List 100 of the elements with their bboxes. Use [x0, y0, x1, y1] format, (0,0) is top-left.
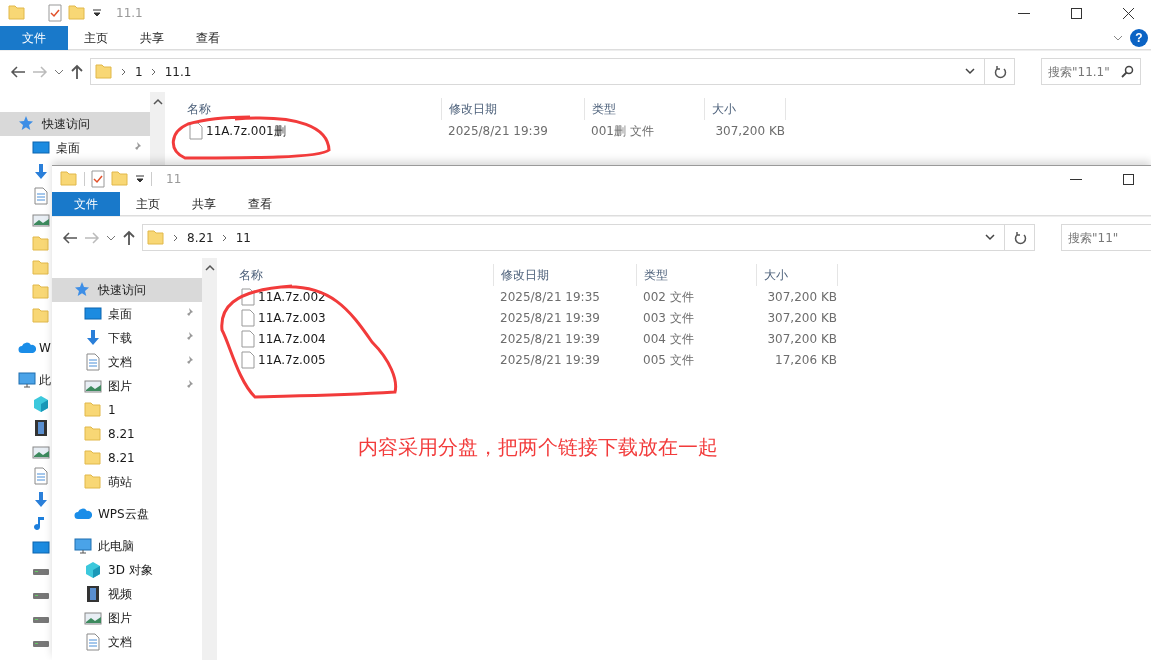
nav-item[interactable]: 图片 — [52, 374, 202, 398]
file-icon — [241, 329, 255, 348]
column-header[interactable]: 大小 — [704, 98, 785, 120]
file-name[interactable]: 11A.7z.003 — [258, 308, 326, 327]
chevron-right-icon — [150, 67, 157, 76]
ribbon-tab[interactable]: 主页 — [120, 192, 176, 216]
close-button[interactable] — [1122, 7, 1134, 19]
maximize-button[interactable] — [1070, 7, 1082, 19]
nav-item[interactable]: 桌面 — [52, 302, 202, 326]
scroll-up-icon[interactable] — [152, 98, 163, 106]
folder-icon — [8, 4, 26, 22]
minimize-button[interactable] — [1070, 178, 1082, 180]
nav-item[interactable]: 文档 — [52, 630, 202, 654]
folder-icon — [32, 259, 50, 277]
computer-icon — [74, 537, 92, 555]
ribbon-tab[interactable]: 文件 — [0, 26, 68, 50]
ribbon-tab[interactable]: 文件 — [52, 192, 120, 216]
nav-item[interactable]: 桌面 — [0, 136, 150, 160]
drive-icon — [32, 617, 50, 623]
nav-item[interactable]: 下载 — [52, 326, 202, 350]
picture-icon — [32, 211, 50, 229]
file-name[interactable]: 11A.7z.002 — [258, 287, 326, 306]
file-type: 005 文件 — [642, 351, 695, 369]
minimize-button[interactable] — [1018, 12, 1030, 14]
modified-date: 2025/8/21 19:39 — [447, 122, 549, 140]
document-icon — [84, 633, 102, 651]
down-arrow-icon — [32, 163, 50, 181]
up-arrow-icon[interactable] — [70, 63, 84, 80]
search-field[interactable]: 搜索"11" — [1061, 224, 1151, 251]
star-icon — [74, 281, 92, 299]
nav-item[interactable]: 快速访问 — [0, 112, 150, 136]
file-type: 002 文件 — [642, 288, 695, 306]
folder-icon — [84, 425, 102, 443]
nav-item[interactable]: W — [0, 336, 51, 360]
breadcrumb-link[interactable]: 1 — [135, 62, 143, 81]
ribbon-tab[interactable]: 主页 — [68, 26, 124, 50]
chevron-down-icon[interactable] — [984, 233, 996, 242]
maximize-button[interactable] — [1122, 173, 1134, 185]
file-icon — [241, 308, 255, 327]
address-bar[interactable]: 8.21 11 — [142, 224, 1035, 251]
ribbon-tab[interactable]: 查看 — [232, 192, 288, 216]
file-name[interactable]: 11A.7z.001删 — [206, 121, 286, 140]
nav-item[interactable]: 视频 — [52, 582, 202, 606]
file-name[interactable]: 11A.7z.005 — [258, 350, 326, 369]
up-arrow-icon[interactable] — [122, 229, 136, 246]
ribbon-tab[interactable]: 查看 — [180, 26, 236, 50]
down-arrow-icon — [84, 329, 102, 347]
search-field[interactable]: 搜索"11.1" — [1041, 58, 1141, 85]
column-header[interactable]: 大小 — [756, 264, 837, 286]
chevron-down-icon[interactable] — [964, 67, 976, 76]
help-button[interactable]: ? — [1130, 28, 1148, 47]
column-header[interactable]: 名称 — [217, 264, 493, 286]
refresh-icon[interactable] — [1012, 230, 1027, 245]
scroll-up-icon[interactable] — [204, 264, 215, 272]
back-arrow-icon[interactable] — [62, 230, 78, 245]
monitor-icon — [84, 305, 102, 323]
nav-item[interactable]: 图片 — [52, 606, 202, 630]
cube-icon — [84, 561, 102, 579]
ribbon-tab[interactable]: 共享 — [124, 26, 180, 50]
nav-item[interactable]: 此电脑 — [52, 534, 202, 558]
nav-item[interactable]: 1 — [52, 398, 202, 422]
file-type: 001删 文件 — [590, 122, 655, 140]
dropdown-icon[interactable] — [135, 174, 145, 184]
file-name[interactable]: 11A.7z.004 — [258, 329, 326, 348]
checklist-icon[interactable] — [48, 4, 62, 22]
column-header[interactable]: 名称 — [165, 98, 441, 120]
folder-icon — [32, 235, 50, 253]
dropdown-icon[interactable] — [92, 8, 102, 18]
modified-date: 2025/8/21 19:39 — [499, 330, 601, 348]
back-arrow-icon[interactable] — [10, 64, 26, 79]
window-title: 11.1 — [116, 5, 143, 22]
column-header[interactable]: 类型 — [584, 98, 704, 120]
folder-icon — [32, 307, 50, 325]
chevron-down-icon[interactable] — [106, 233, 116, 242]
breadcrumb-link[interactable]: 11 — [235, 228, 251, 247]
chevron-down-icon[interactable] — [54, 67, 64, 76]
column-header[interactable]: 修改日期 — [441, 98, 584, 120]
checklist-icon[interactable] — [91, 170, 105, 188]
drive-icon — [32, 569, 50, 575]
file-size: 17,206 KB — [774, 351, 837, 369]
drive-icon — [32, 641, 50, 647]
breadcrumb-link[interactable]: 11.1 — [164, 62, 192, 81]
picture-icon — [84, 609, 102, 627]
nav-item[interactable]: 8.21 — [52, 446, 202, 470]
breadcrumb-link[interactable]: 8.21 — [187, 228, 214, 247]
picture-icon — [84, 377, 102, 395]
nav-item[interactable]: 快速访问 — [52, 278, 202, 302]
column-header[interactable]: 类型 — [636, 264, 756, 286]
ribbon-tab[interactable]: 共享 — [176, 192, 232, 216]
nav-item[interactable]: 文档 — [52, 350, 202, 374]
address-bar[interactable]: 1 11.1 — [90, 58, 1015, 85]
column-header[interactable]: 修改日期 — [493, 264, 636, 286]
nav-item[interactable]: 3D 对象 — [52, 558, 202, 582]
nav-item[interactable]: 此 — [0, 368, 51, 392]
folder-icon — [147, 228, 165, 247]
nav-item[interactable]: 8.21 — [52, 422, 202, 446]
nav-item[interactable]: 萌站 — [52, 470, 202, 494]
refresh-icon[interactable] — [992, 64, 1007, 79]
file-size: 307,200 KB — [766, 309, 837, 327]
nav-item[interactable]: WPS云盘 — [52, 502, 202, 526]
